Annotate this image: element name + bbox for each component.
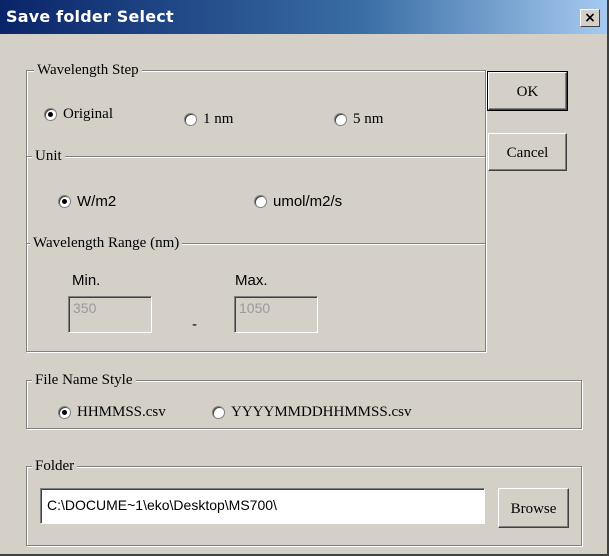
radio-wm2[interactable]: W/m2: [58, 193, 116, 210]
close-icon: ×: [584, 10, 596, 26]
radio-yyyymmdd[interactable]: YYYYMMDDHHMMSS.csv: [212, 404, 411, 421]
title-bar[interactable]: Save folder Select ×: [0, 0, 607, 34]
max-field[interactable]: 1050: [234, 296, 318, 333]
unit-divider: [27, 156, 485, 158]
close-button[interactable]: ×: [580, 9, 600, 27]
folder-path-value: C:\DOCUME~1\eko\Desktop\MS700\: [47, 497, 277, 513]
folder-path-input[interactable]: C:\DOCUME~1\eko\Desktop\MS700\: [40, 488, 485, 524]
radio-umol[interactable]: umol/m2/s: [254, 193, 342, 210]
radio-5nm-indicator[interactable]: [334, 113, 347, 126]
radio-hhmmss[interactable]: HHMMSS.csv: [58, 404, 166, 421]
radio-umol-label: umol/m2/s: [273, 193, 343, 210]
radio-yyyymmdd-indicator[interactable]: [212, 406, 225, 419]
radio-5nm-label: 5 nm: [353, 111, 384, 127]
browse-button-label: Browse: [510, 501, 557, 517]
radio-yyyymmdd-label: YYYYMMDDHHMMSS.csv: [231, 404, 412, 420]
max-label: Max.: [235, 272, 268, 289]
radio-wm2-label: W/m2: [77, 193, 117, 210]
radio-hhmmss-indicator[interactable]: [58, 406, 71, 419]
min-label: Min.: [72, 272, 101, 289]
window-title: Save folder Select: [6, 7, 174, 26]
radio-1nm-indicator[interactable]: [184, 113, 197, 126]
radio-wm2-indicator[interactable]: [58, 195, 71, 208]
radio-original-indicator[interactable]: [44, 108, 57, 121]
unit-legend: Unit: [32, 147, 65, 165]
min-value: 350: [73, 300, 97, 316]
wavelength-step-legend: Wavelength Step: [34, 61, 142, 79]
radio-original[interactable]: Original: [44, 106, 113, 123]
radio-1nm-label: 1 nm: [203, 111, 234, 127]
radio-umol-indicator[interactable]: [254, 195, 267, 208]
wavelength-range-legend: Wavelength Range (nm): [30, 234, 183, 252]
max-value: 1050: [239, 300, 271, 316]
radio-hhmmss-label: HHMMSS.csv: [77, 404, 166, 420]
radio-original-label: Original: [63, 106, 113, 122]
cancel-button[interactable]: Cancel: [488, 133, 567, 171]
ok-button[interactable]: OK: [487, 71, 568, 111]
dialog-window: Save folder Select × Wavelength Step Ori…: [0, 0, 609, 556]
browse-button[interactable]: Browse: [498, 488, 569, 528]
folder-legend: Folder: [32, 457, 78, 475]
min-field[interactable]: 350: [68, 296, 152, 333]
radio-1nm[interactable]: 1 nm: [184, 111, 233, 128]
radio-5nm[interactable]: 5 nm: [334, 111, 383, 128]
cancel-button-label: Cancel: [506, 145, 549, 161]
ok-button-label: OK: [516, 84, 539, 100]
file-name-style-legend: File Name Style: [32, 371, 136, 389]
range-separator: -: [192, 316, 197, 333]
